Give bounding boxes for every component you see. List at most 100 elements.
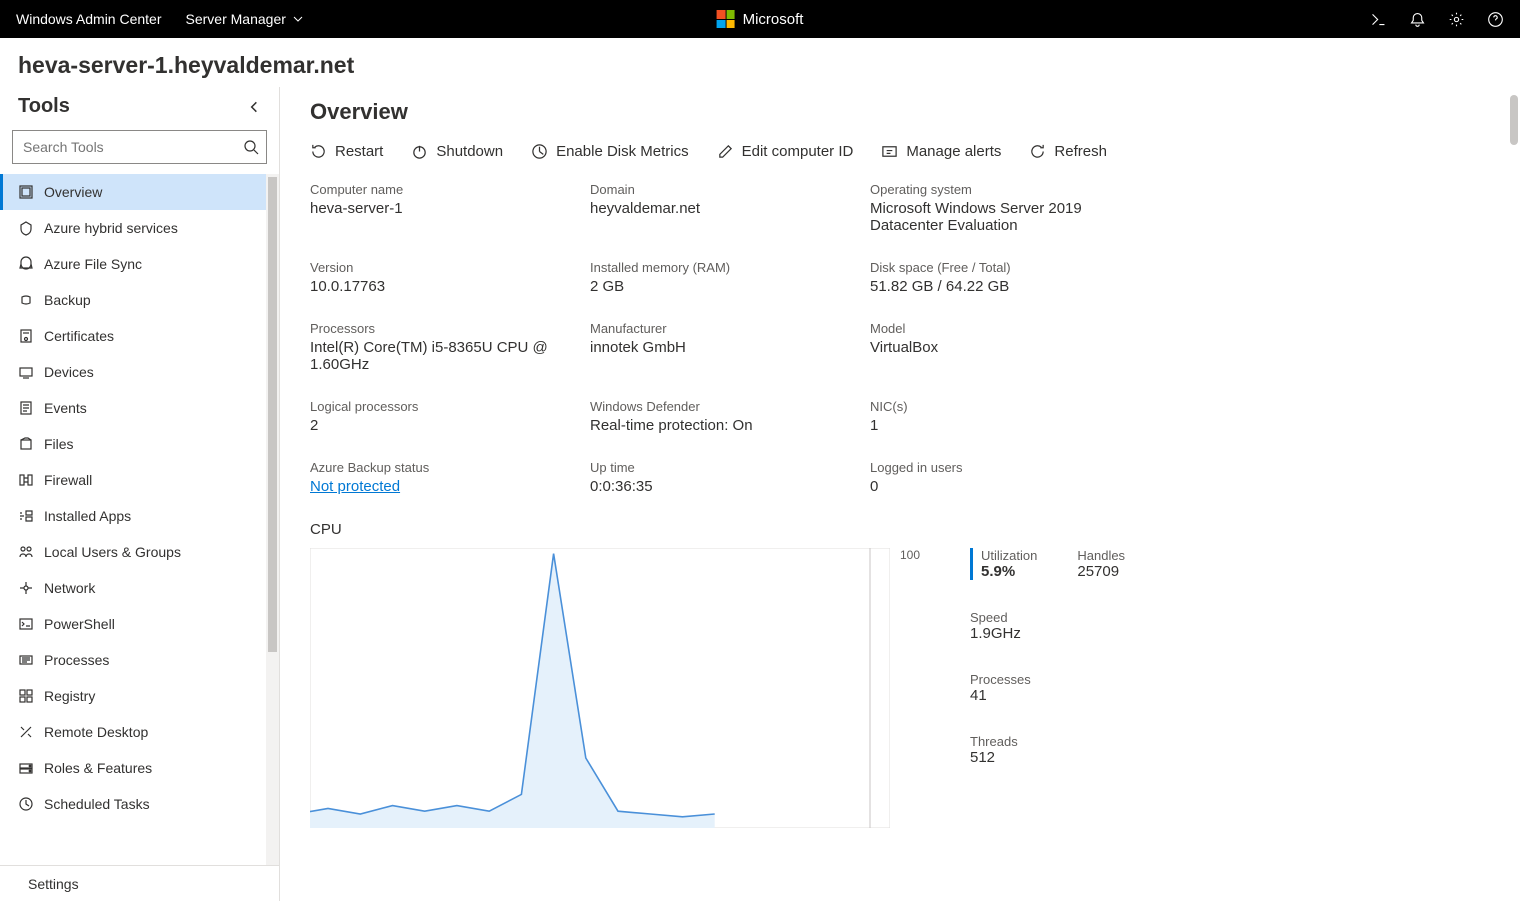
sidebar-item-firewall[interactable]: Firewall	[0, 462, 279, 498]
sidebar-item-registry[interactable]: Registry	[0, 678, 279, 714]
sidebar-item-label: Scheduled Tasks	[44, 796, 150, 812]
scrollbar-track[interactable]	[266, 174, 279, 865]
tool-icon	[18, 436, 34, 452]
notifications-icon[interactable]	[1409, 11, 1426, 28]
info-label: Operating system	[870, 182, 1150, 197]
cpu-section: CPU 100 Utilization5.9%	[310, 521, 1490, 828]
sidebar-item-label: Processes	[44, 652, 109, 668]
tool-icon	[18, 184, 34, 200]
sidebar-item-processes[interactable]: Processes	[0, 642, 279, 678]
info-label: Logged in users	[870, 460, 1150, 475]
info-cell: Disk space (Free / Total)51.82 GB / 64.2…	[870, 260, 1150, 295]
info-cell: Manufacturerinnotek GmbH	[590, 321, 870, 373]
info-value: 0	[870, 478, 1150, 495]
main-title: Overview	[310, 99, 1490, 125]
info-label: Version	[310, 260, 590, 275]
cpu-stat-label: Utilization	[981, 548, 1037, 563]
cpu-stat-processes: Processes41	[970, 672, 1037, 704]
powershell-icon[interactable]	[1370, 11, 1387, 28]
action-bar: Restart Shutdown Enable Disk Metrics Edi…	[310, 143, 1490, 160]
sidebar-item-files[interactable]: Files	[0, 426, 279, 462]
sidebar-item-network[interactable]: Network	[0, 570, 279, 606]
sidebar-item-events[interactable]: Events	[0, 390, 279, 426]
info-value: 0:0:36:35	[590, 478, 870, 495]
tool-icon	[18, 724, 34, 740]
edit-computer-id-button[interactable]: Edit computer ID	[717, 143, 854, 160]
help-icon[interactable]	[1487, 11, 1504, 28]
info-label: NIC(s)	[870, 399, 1150, 414]
sidebar-item-local-users-groups[interactable]: Local Users & Groups	[0, 534, 279, 570]
main-panel: Overview Restart Shutdown Enable Disk Me…	[280, 87, 1520, 901]
info-label: Processors	[310, 321, 590, 336]
sidebar-item-remote-desktop[interactable]: Remote Desktop	[0, 714, 279, 750]
tool-icon	[18, 508, 34, 524]
page-title: heva-server-1.heyvaldemar.net	[0, 38, 1520, 87]
sidebar-item-devices[interactable]: Devices	[0, 354, 279, 390]
sidebar-item-label: Firewall	[44, 472, 92, 488]
scrollbar-thumb[interactable]	[1510, 95, 1518, 145]
alerts-icon	[881, 143, 898, 160]
info-cell: Up time 0:0:36:35	[590, 460, 870, 495]
enable-disk-metrics-button[interactable]: Enable Disk Metrics	[531, 143, 689, 160]
shutdown-button[interactable]: Shutdown	[411, 143, 503, 160]
sidebar-item-settings[interactable]: Settings	[0, 865, 279, 901]
info-label: Computer name	[310, 182, 590, 197]
power-icon	[411, 143, 428, 160]
action-label: Edit computer ID	[742, 143, 854, 160]
action-label: Restart	[335, 143, 383, 160]
sidebar-item-label: Events	[44, 400, 87, 416]
cpu-stat-label: Handles	[1077, 548, 1125, 563]
info-label: Manufacturer	[590, 321, 870, 336]
app-title[interactable]: Windows Admin Center	[16, 11, 162, 27]
sidebar-item-powershell[interactable]: PowerShell	[0, 606, 279, 642]
info-cell: NIC(s)1	[870, 399, 1150, 434]
sidebar-item-azure-hybrid-services[interactable]: Azure hybrid services	[0, 210, 279, 246]
context-dropdown[interactable]: Server Manager	[186, 11, 304, 27]
tool-icon	[18, 256, 34, 272]
cpu-stat-utilization: Utilization5.9%	[970, 548, 1037, 580]
collapse-sidebar-icon[interactable]	[247, 100, 261, 114]
info-label: Up time	[590, 460, 870, 475]
azure-backup-link[interactable]: Not protected	[310, 478, 590, 495]
sidebar-item-scheduled-tasks[interactable]: Scheduled Tasks	[0, 786, 279, 822]
info-value: heva-server-1	[310, 200, 590, 217]
gear-icon[interactable]	[1448, 11, 1465, 28]
topbar: Windows Admin Center Server Manager Micr…	[0, 0, 1520, 38]
sidebar-item-label: Backup	[44, 292, 91, 308]
tool-icon	[18, 364, 34, 380]
chevron-down-icon	[292, 13, 304, 25]
info-label: Logical processors	[310, 399, 590, 414]
manage-alerts-button[interactable]: Manage alerts	[881, 143, 1001, 160]
cpu-stat-threads: Threads512	[970, 734, 1037, 766]
sidebar-item-roles-features[interactable]: Roles & Features	[0, 750, 279, 786]
restart-button[interactable]: Restart	[310, 143, 383, 160]
tool-icon	[18, 472, 34, 488]
tool-icon	[18, 400, 34, 416]
tool-icon	[18, 292, 34, 308]
edit-icon	[717, 143, 734, 160]
sidebar-item-installed-apps[interactable]: Installed Apps	[0, 498, 279, 534]
sidebar-item-certificates[interactable]: Certificates	[0, 318, 279, 354]
refresh-button[interactable]: Refresh	[1029, 143, 1107, 160]
tool-list: Overview Azure hybrid services Azure File …	[0, 174, 279, 865]
cpu-title: CPU	[310, 521, 1490, 538]
tool-icon	[18, 220, 34, 236]
info-grid: Computer nameheva-server-1 Domainheyvald…	[310, 182, 1490, 495]
info-value: 2	[310, 417, 590, 434]
cpu-stat-value: 512	[970, 749, 1037, 766]
action-label: Enable Disk Metrics	[556, 143, 689, 160]
cpu-stat-label: Threads	[970, 734, 1037, 749]
sidebar-item-backup[interactable]: Backup	[0, 282, 279, 318]
sidebar-item-azure-file-sync[interactable]: Azure File Sync	[0, 246, 279, 282]
info-cell: ProcessorsIntel(R) Core(TM) i5-8365U CPU…	[310, 321, 590, 373]
sidebar-item-overview[interactable]: Overview	[0, 174, 279, 210]
sidebar-item-label: Network	[44, 580, 95, 596]
cpu-stat-value: 25709	[1077, 563, 1125, 580]
scrollbar-thumb[interactable]	[268, 177, 277, 652]
search-input[interactable]	[12, 130, 267, 164]
sidebar-item-label: Azure hybrid services	[44, 220, 178, 236]
info-label: Disk space (Free / Total)	[870, 260, 1150, 275]
search-icon	[243, 139, 259, 155]
sidebar-item-label: Registry	[44, 688, 95, 704]
brand: Microsoft	[717, 10, 804, 28]
